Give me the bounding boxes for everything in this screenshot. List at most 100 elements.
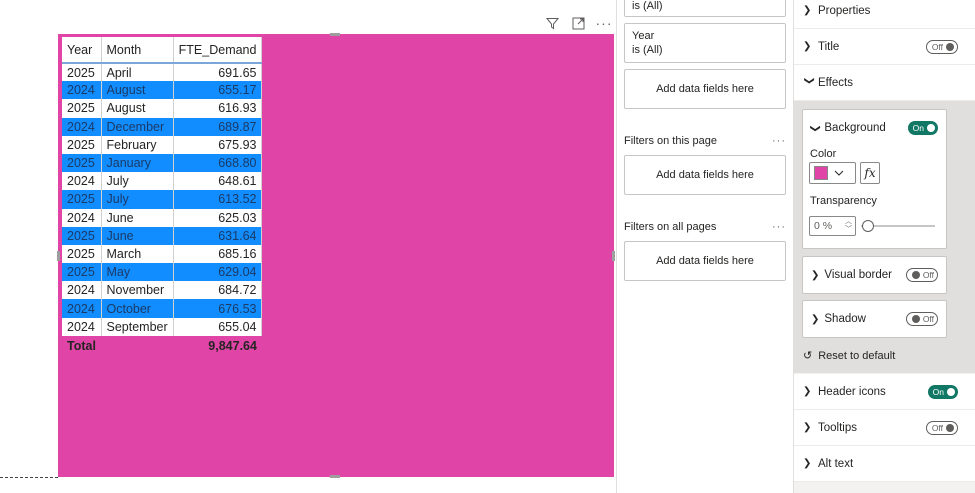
filters-pane: is (All) Year is (All) Add data fields h… [616, 0, 793, 493]
visual-border-card: ❯ Visual border Off [802, 256, 947, 294]
header-icons-toggle-text: On [932, 386, 944, 397]
section-title-label: Title [818, 40, 840, 53]
section-title[interactable]: ❯ Title Off [794, 29, 975, 65]
chevron-right-icon: ❯ [803, 386, 812, 397]
color-picker[interactable] [809, 162, 856, 184]
table-row[interactable]: 2024 October 676.53 [62, 299, 263, 318]
table-row[interactable]: 2025 June 631.64 [62, 226, 263, 245]
reset-label: Reset to default [818, 349, 896, 362]
table-row[interactable]: 2025 March 685.16 [62, 244, 263, 264]
cell-year: 2025 [62, 153, 102, 173]
resize-handle-right[interactable] [612, 251, 615, 261]
background-toggle[interactable]: On [907, 121, 938, 135]
column-header-fte-demand[interactable]: FTE_Demand [173, 37, 263, 64]
cell-month: May [101, 263, 174, 282]
more-options-icon[interactable]: ··· [596, 15, 612, 31]
spinner-icon[interactable]: ︿ ﹀ [845, 218, 852, 234]
section-effects[interactable]: ❯ Effects [794, 65, 975, 101]
section-header-icons-label: Header icons [818, 385, 886, 398]
section-tooltips[interactable]: ❯ Tooltips Off [794, 410, 975, 446]
table-row[interactable]: 2025 July 613.52 [62, 190, 263, 209]
resize-handle-top[interactable] [330, 33, 340, 36]
chevron-right-icon: ❯ [803, 458, 812, 469]
chevron-down-icon: ❯ [803, 76, 815, 85]
cell-year: 2025 [62, 244, 102, 264]
shadow-header[interactable]: ❯ Shadow Off [803, 301, 946, 337]
toggle-knob [927, 124, 935, 132]
table-total-row: Total 9,847.64 [62, 336, 262, 356]
toggle-knob [911, 315, 920, 323]
title-toggle-text: Off [931, 41, 943, 52]
visual-border-header[interactable]: ❯ Visual border Off [803, 257, 946, 293]
shadow-toggle[interactable]: Off [905, 312, 938, 326]
more-options-icon[interactable]: ··· [772, 221, 786, 233]
chevron-down-icon: ❯ [809, 123, 821, 133]
background-card-header[interactable]: ❯ Background On [803, 110, 946, 146]
section-header-icons[interactable]: ❯ Header icons On [794, 374, 975, 410]
fx-button[interactable]: fx [860, 162, 880, 184]
chevron-right-icon: ❯ [803, 41, 812, 52]
table-row[interactable]: 2025 May 629.04 [62, 263, 263, 282]
focus-mode-icon[interactable] [570, 15, 586, 31]
transparency-value: 0 % [814, 220, 833, 232]
visual-border-label: Visual border [824, 269, 892, 281]
more-options-icon[interactable]: ··· [772, 135, 786, 147]
chevron-right-icon: ❯ [811, 313, 820, 325]
cell-fte-demand: 631.64 [173, 226, 263, 245]
filter-card-top-value: is (All) [632, 0, 663, 12]
chevron-right-icon: ❯ [803, 422, 812, 433]
filter-card-year-value: is (All) [632, 44, 663, 56]
total-value: 9,847.64 [208, 338, 257, 353]
filter-icon[interactable] [544, 15, 560, 31]
column-header-month[interactable]: Month [101, 37, 174, 64]
table-row[interactable]: 2025 February 675.93 [62, 135, 263, 154]
cell-month: October [101, 299, 174, 318]
transparency-slider-thumb[interactable] [862, 220, 874, 232]
resize-handle-left[interactable] [57, 251, 60, 261]
section-alt-text[interactable]: ❯ Alt text [794, 446, 975, 482]
cell-year: 2024 [62, 172, 102, 191]
report-canvas: ··· Year Month FTE_Demand 2025 April 691.6… [0, 0, 616, 493]
section-properties[interactable]: ❯ Properties [794, 0, 975, 29]
filter-card-top[interactable]: is (All) [624, 0, 786, 17]
header-icons-toggle[interactable]: On [927, 384, 958, 399]
transparency-input[interactable]: 0 % ︿ ﹀ [809, 216, 856, 236]
resize-handle-bottom[interactable] [330, 475, 340, 478]
cell-fte-demand: 613.52 [173, 190, 263, 209]
total-label: Total [67, 338, 96, 353]
cell-fte-demand: 629.04 [173, 263, 263, 282]
cell-fte-demand: 689.87 [173, 117, 263, 136]
filter-card-year[interactable]: Year is (All) [624, 23, 786, 63]
data-table: Year Month FTE_Demand 2025 April 691.65 202… [62, 37, 263, 356]
cell-month: June [101, 208, 174, 227]
table-row[interactable]: 2025 January 668.80 [62, 153, 263, 173]
section-tooltips-label: Tooltips [818, 421, 857, 434]
cell-month: February [101, 135, 174, 154]
section-effects-label: Effects [818, 76, 853, 89]
cell-month: March [101, 244, 174, 264]
column-header-year[interactable]: Year [62, 37, 102, 64]
reset-to-default-link[interactable]: ↺ Reset to default [803, 349, 896, 363]
cell-month: June [101, 226, 174, 245]
cell-year: 2024 [62, 81, 102, 100]
report-editor: ··· Year Month FTE_Demand 2025 April 691.6… [0, 0, 975, 493]
table-row[interactable]: 2024 June 625.03 [62, 208, 263, 227]
table-row[interactable]: 2025 April 691.65 [62, 63, 263, 82]
title-toggle[interactable]: Off [925, 39, 958, 54]
table-row[interactable]: 2024 November 684.72 [62, 281, 263, 300]
add-data-fields-all-pages[interactable]: Add data fields here [624, 241, 786, 281]
color-label: Color [810, 148, 837, 160]
cell-fte-demand: 625.03 [173, 208, 263, 227]
visual-border-toggle[interactable]: Off [905, 268, 938, 282]
table-row[interactable]: 2025 August 616.93 [62, 99, 263, 118]
tooltips-toggle[interactable]: Off [925, 420, 958, 435]
table-row[interactable]: 2024 August 655.17 [62, 81, 263, 100]
table-row[interactable]: 2024 July 648.61 [62, 172, 263, 191]
add-data-fields-visual[interactable]: Add data fields here [624, 69, 786, 109]
color-swatch [814, 166, 828, 180]
filters-on-this-page-label: Filters on this page [624, 135, 717, 147]
add-data-fields-page[interactable]: Add data fields here [624, 155, 786, 195]
table-row[interactable]: 2024 September 655.04 [62, 317, 263, 336]
cell-fte-demand: 616.93 [173, 99, 263, 118]
table-row[interactable]: 2024 December 689.87 [62, 117, 263, 136]
